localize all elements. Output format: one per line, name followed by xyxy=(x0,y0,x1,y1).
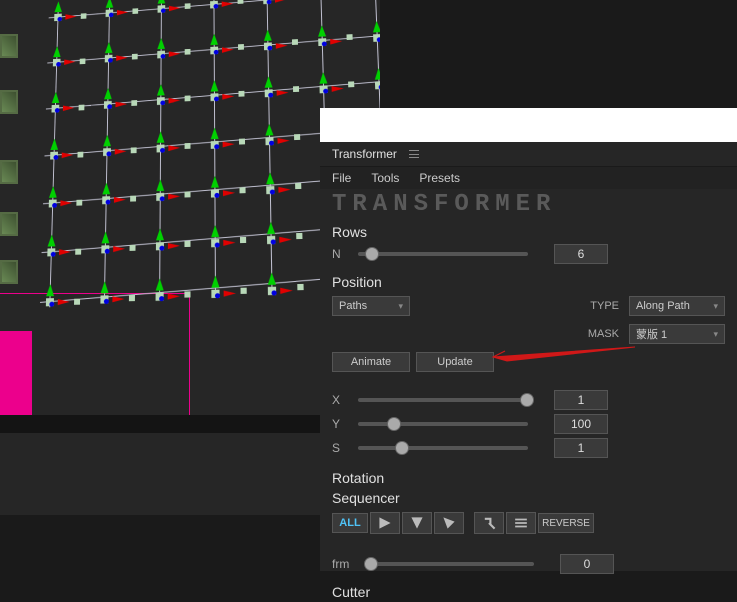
menu-tools[interactable]: Tools xyxy=(371,171,399,185)
arrow-diag-icon[interactable] xyxy=(434,512,464,534)
mask-dropdown[interactable]: 蒙版 1 ▾ xyxy=(629,324,725,344)
reverse-button[interactable]: REVERSE xyxy=(538,513,594,533)
x-slider[interactable] xyxy=(358,398,528,402)
arrow-right-icon[interactable] xyxy=(370,512,400,534)
frm-slider[interactable] xyxy=(364,562,534,566)
rows-n-label: N xyxy=(332,247,350,261)
update-button[interactable]: Update xyxy=(416,352,494,372)
panel-title: Transformer xyxy=(332,147,397,161)
chevron-down-icon: ▾ xyxy=(713,329,718,340)
s-value[interactable]: 1 xyxy=(554,438,608,458)
frm-label: frm xyxy=(332,557,356,571)
s-label: S xyxy=(332,441,350,455)
transform-grid[interactable] xyxy=(49,3,336,342)
seq-all-button[interactable]: ALL xyxy=(332,513,368,533)
animate-button[interactable]: Animate xyxy=(332,352,410,372)
lines-icon[interactable] xyxy=(506,512,536,534)
y-slider[interactable] xyxy=(358,422,528,426)
panel-menu-icon[interactable] xyxy=(409,150,419,158)
layer-thumb xyxy=(0,260,18,284)
frm-value[interactable]: 0 xyxy=(560,554,614,574)
transformer-panel: Transformer File Tools Presets TRANSFORM… xyxy=(320,142,737,571)
brand-logo: TRANSFORMER xyxy=(320,189,737,222)
paths-dropdown[interactable]: Paths ▾ xyxy=(332,296,410,316)
chevron-down-icon: ▾ xyxy=(713,301,718,312)
layer-thumb xyxy=(0,90,18,114)
section-position: Position xyxy=(320,272,737,292)
s-slider[interactable] xyxy=(358,446,528,450)
section-cutter: Cutter xyxy=(320,582,737,602)
chevron-down-icon: ▾ xyxy=(398,301,403,312)
section-rotation: Rotation xyxy=(320,468,737,488)
top-strip xyxy=(320,108,737,142)
arrow-down-icon[interactable] xyxy=(402,512,432,534)
menubar: File Tools Presets xyxy=(320,167,737,189)
layer-thumb xyxy=(0,160,18,184)
arrow-in-icon[interactable] xyxy=(474,512,504,534)
type-label: TYPE xyxy=(575,300,619,312)
menu-file[interactable]: File xyxy=(332,171,351,185)
mask-label: MASK xyxy=(575,328,619,340)
y-value[interactable]: 100 xyxy=(554,414,608,434)
panel-title-bar[interactable]: Transformer xyxy=(320,142,737,167)
x-label: X xyxy=(332,393,350,407)
section-rows: Rows xyxy=(320,222,737,242)
layer-thumb xyxy=(0,34,18,58)
sequencer-buttons: ALL REVERSE xyxy=(320,508,737,538)
menu-presets[interactable]: Presets xyxy=(419,171,460,185)
layer-thumb xyxy=(0,212,18,236)
section-sequencer: Sequencer xyxy=(320,488,737,508)
y-label: Y xyxy=(332,417,350,431)
type-dropdown[interactable]: Along Path ▾ xyxy=(629,296,725,316)
x-value[interactable]: 1 xyxy=(554,390,608,410)
rows-n-slider[interactable] xyxy=(358,252,528,256)
rows-n-value[interactable]: 6 xyxy=(554,244,608,264)
